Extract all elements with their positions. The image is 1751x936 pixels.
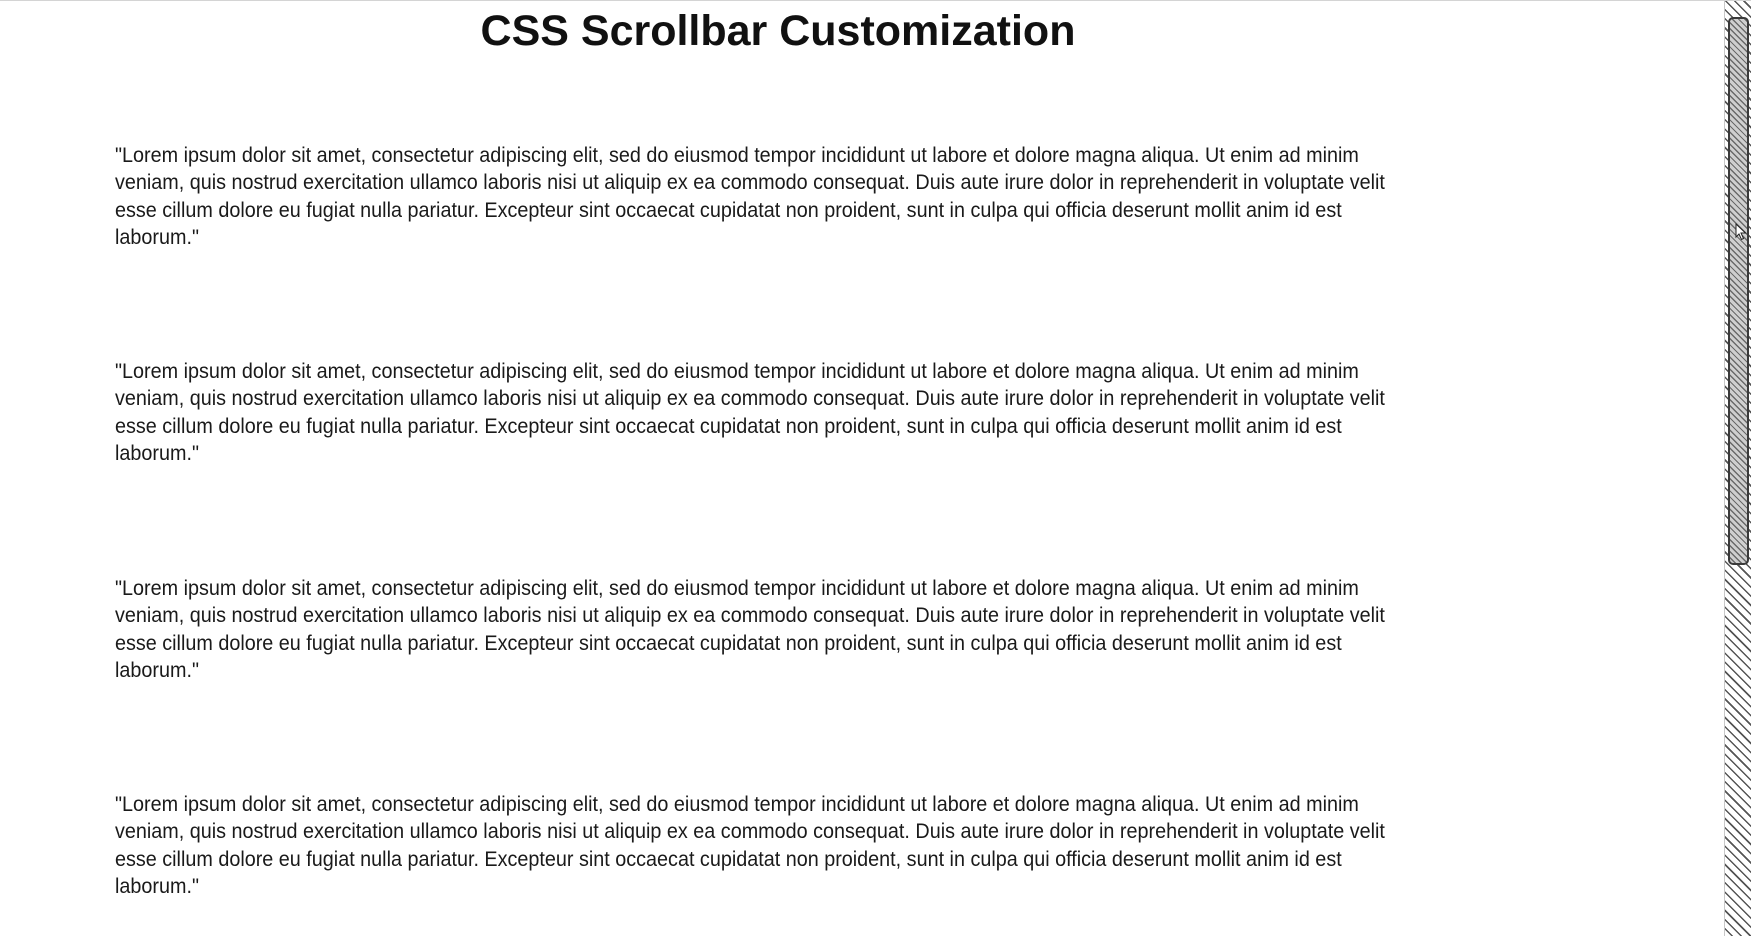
lorem-paragraph: "Lorem ipsum dolor sit amet, consectetur… — [115, 792, 1385, 898]
lorem-paragraph: "Lorem ipsum dolor sit amet, consectetur… — [115, 143, 1385, 249]
lorem-paragraph: "Lorem ipsum dolor sit amet, consectetur… — [115, 576, 1385, 682]
lorem-paragraph: "Lorem ipsum dolor sit amet, consectetur… — [115, 359, 1385, 465]
page-title: CSS Scrollbar Customization — [480, 7, 1076, 55]
vertical-scrollbar[interactable] — [1724, 1, 1751, 936]
page-content: CSS Scrollbar Customization "Lorem ipsum… — [0, 1, 1724, 936]
scrollbar-thumb[interactable] — [1728, 17, 1749, 565]
browser-viewport: CSS Scrollbar Customization "Lorem ipsum… — [0, 0, 1751, 936]
arrow-cursor-icon — [1735, 223, 1747, 241]
